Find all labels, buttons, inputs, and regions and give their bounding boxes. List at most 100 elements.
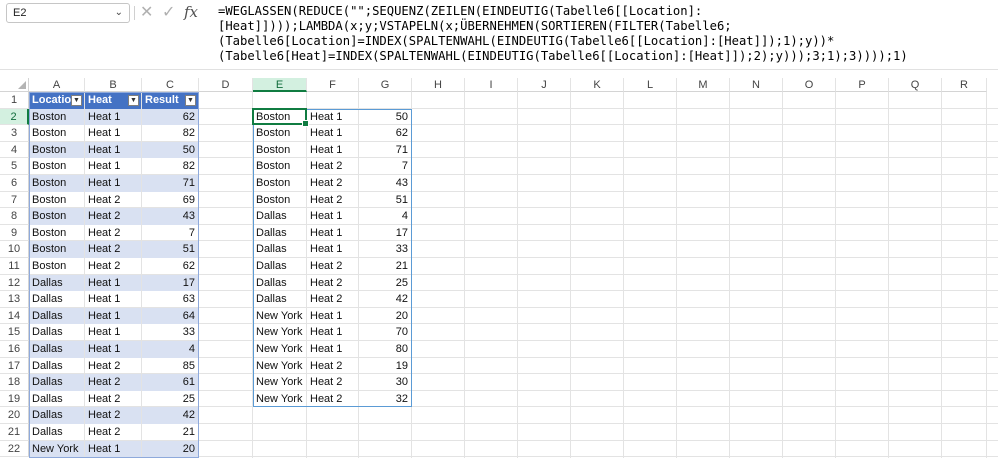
result-cell[interactable]: Dallas	[253, 275, 306, 292]
result-cell[interactable]: Heat 1	[307, 208, 358, 225]
column-header-n[interactable]: N	[730, 78, 783, 92]
row-header-16[interactable]: 16	[0, 341, 29, 358]
table-cell[interactable]: Heat 2	[85, 208, 141, 225]
row-header-1[interactable]: 1	[0, 92, 29, 109]
column-header-d[interactable]: D	[199, 78, 253, 92]
result-cell[interactable]: 33	[359, 241, 411, 258]
result-cell[interactable]: 42	[359, 291, 411, 308]
result-cell[interactable]: 7	[359, 158, 411, 175]
column-header-j[interactable]: J	[518, 78, 571, 92]
table-cell[interactable]: Boston	[29, 192, 84, 209]
result-cell[interactable]: Heat 2	[307, 275, 358, 292]
table-cell[interactable]: 33	[142, 324, 198, 341]
result-cell[interactable]: Heat 1	[307, 341, 358, 358]
result-cell[interactable]: New York	[253, 374, 306, 391]
row-header-17[interactable]: 17	[0, 357, 29, 375]
result-cell[interactable]: 25	[359, 275, 411, 292]
result-cell[interactable]: New York	[253, 358, 306, 375]
result-cell[interactable]: 20	[359, 308, 411, 325]
result-cell[interactable]: Heat 1	[307, 125, 358, 142]
row-header-4[interactable]: 4	[0, 141, 29, 159]
result-cell[interactable]: Heat 2	[307, 158, 358, 175]
result-cell[interactable]: 70	[359, 324, 411, 341]
result-cell[interactable]: New York	[253, 391, 306, 408]
table-cell[interactable]: Dallas	[29, 358, 84, 375]
result-cell[interactable]: 4	[359, 208, 411, 225]
table-cell[interactable]: Heat 1	[85, 307, 141, 325]
spreadsheet-grid[interactable]: A B C D E F G H I J K L M N O P Q R 1 2 3 4 5 6 7 8 9 10 11 12 13 14 15 1…	[0, 78, 998, 458]
column-header-p[interactable]: P	[836, 78, 889, 92]
column-header-q[interactable]: Q	[889, 78, 942, 92]
table-cell[interactable]: Heat 2	[85, 407, 141, 424]
result-cell[interactable]: Heat 2	[307, 192, 358, 209]
table-cell[interactable]: 85	[142, 358, 198, 375]
result-cell[interactable]: 21	[359, 258, 411, 275]
result-cell[interactable]: Dallas	[253, 225, 306, 242]
table-cell[interactable]: Dallas	[29, 407, 84, 424]
select-all-corner[interactable]	[0, 78, 29, 92]
result-cell[interactable]: 80	[359, 341, 411, 358]
result-cell[interactable]: Heat 2	[307, 258, 358, 275]
check-icon[interactable]: ✓	[162, 2, 175, 22]
table-cell[interactable]: 62	[142, 108, 198, 126]
table-cell[interactable]: Dallas	[29, 274, 84, 292]
table-cell[interactable]: Heat 1	[85, 341, 141, 358]
result-cell[interactable]: 17	[359, 225, 411, 242]
row-header-5[interactable]: 5	[0, 158, 29, 175]
close-icon[interactable]: ✕	[140, 2, 153, 22]
result-cell[interactable]: Heat 1	[307, 109, 358, 126]
table-cell[interactable]: 62	[142, 258, 198, 275]
result-cell[interactable]: 30	[359, 374, 411, 391]
result-cell[interactable]: Heat 2	[307, 175, 358, 192]
result-cell[interactable]: Dallas	[253, 258, 306, 275]
column-header-m[interactable]: M	[677, 78, 730, 92]
table-cell[interactable]: 25	[142, 391, 198, 408]
table-cell[interactable]: Heat 1	[85, 141, 141, 159]
row-header-12[interactable]: 12	[0, 274, 29, 292]
name-box[interactable]: E2 ⌄	[6, 3, 130, 23]
result-cell[interactable]: Boston	[253, 175, 306, 192]
result-cell[interactable]: Boston	[253, 158, 306, 175]
table-cell[interactable]: Boston	[29, 158, 84, 175]
row-header-7[interactable]: 7	[0, 191, 29, 209]
table-cell[interactable]: Heat 2	[85, 258, 141, 275]
table-cell[interactable]: Heat 2	[85, 241, 141, 258]
table-cell[interactable]: 64	[142, 307, 198, 325]
result-cell[interactable]: Heat 1	[307, 241, 358, 258]
table-cell[interactable]: 82	[142, 158, 198, 175]
row-header-18[interactable]: 18	[0, 374, 29, 391]
table-cell[interactable]: 82	[142, 125, 198, 142]
result-cell[interactable]: 19	[359, 358, 411, 375]
table-cell[interactable]: Dallas	[29, 374, 84, 391]
fx-icon[interactable]: fx	[184, 3, 198, 21]
result-cell[interactable]: Heat 2	[307, 358, 358, 375]
column-header-e[interactable]: E	[253, 78, 307, 92]
column-header-i[interactable]: I	[465, 78, 518, 92]
result-cell[interactable]: Boston	[253, 192, 306, 209]
row-header-10[interactable]: 10	[0, 241, 29, 258]
table-cell[interactable]: 71	[142, 175, 198, 192]
row-header-3[interactable]: 3	[0, 125, 29, 142]
result-cell[interactable]: New York	[253, 324, 306, 341]
row-header-14[interactable]: 14	[0, 307, 29, 325]
column-header-c[interactable]: C	[142, 78, 199, 92]
table-cell[interactable]: Boston	[29, 225, 84, 242]
table-cell[interactable]: 20	[142, 440, 198, 458]
table-cell[interactable]: Dallas	[29, 324, 84, 341]
result-cell[interactable]: Heat 2	[307, 291, 358, 308]
row-header-21[interactable]: 21	[0, 424, 29, 441]
column-header-l[interactable]: L	[624, 78, 677, 92]
result-cell[interactable]: Dallas	[253, 241, 306, 258]
result-cell[interactable]: Dallas	[253, 208, 306, 225]
table-cell[interactable]: 17	[142, 274, 198, 292]
table-cell[interactable]: Heat 2	[85, 358, 141, 375]
result-cell[interactable]: Heat 1	[307, 308, 358, 325]
table-cell[interactable]: 7	[142, 225, 198, 242]
row-header-22[interactable]: 22	[0, 440, 29, 458]
table-cell[interactable]: Boston	[29, 108, 84, 126]
column-header-h[interactable]: H	[412, 78, 465, 92]
result-cell[interactable]: Heat 1	[307, 324, 358, 341]
table-cell[interactable]: Heat 1	[85, 291, 141, 308]
table-cell[interactable]: Boston	[29, 208, 84, 225]
result-cell[interactable]: Heat 1	[307, 225, 358, 242]
